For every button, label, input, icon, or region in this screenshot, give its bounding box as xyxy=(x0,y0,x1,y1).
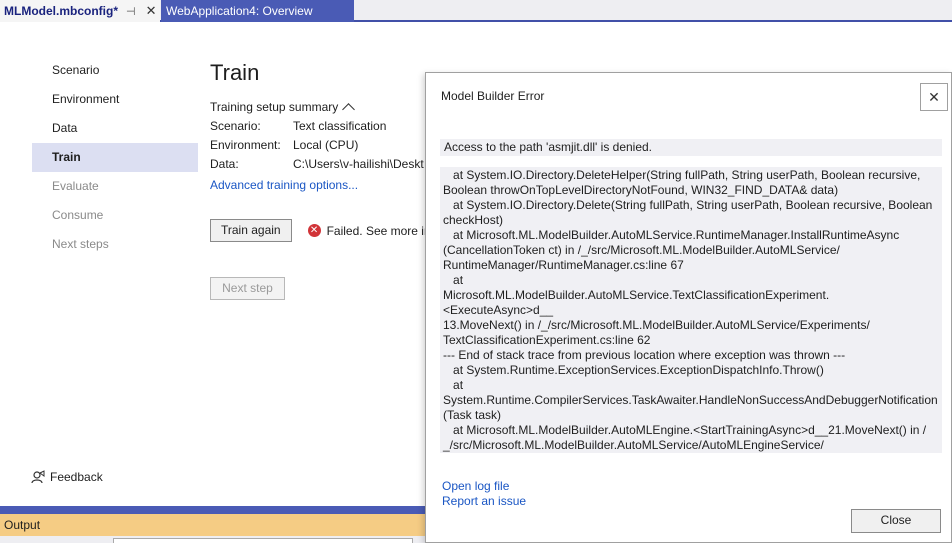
tab-webapplication4-overview[interactable]: WebApplication4: Overview xyxy=(161,0,354,22)
output-label: Output xyxy=(4,518,41,532)
next-step-button: Next step xyxy=(210,277,285,300)
page-title: Train xyxy=(210,60,260,85)
nav-item-next-steps: Next steps xyxy=(52,237,109,251)
summary-header-label: Training setup summary xyxy=(210,100,339,114)
tab-title: WebApplication4: Overview xyxy=(166,4,313,18)
nav-item-train[interactable]: Train xyxy=(32,143,198,172)
summary-key: Scenario: xyxy=(210,119,261,133)
close-icon[interactable]: ✕ xyxy=(146,3,157,19)
step-nav: Scenario Environment Data Train Evaluate… xyxy=(32,56,198,259)
chevron-up-icon xyxy=(342,103,356,116)
nav-item-environment[interactable]: Environment xyxy=(32,85,198,114)
nav-item-data[interactable]: Data xyxy=(32,114,198,143)
close-icon: ✕ xyxy=(928,89,940,105)
stack-trace: at System.IO.Directory.DeleteHelper(Stri… xyxy=(440,167,942,453)
summary-row: Environment: Local (CPU) xyxy=(210,136,430,155)
train-panel: Train Training setup summary Scenario: T… xyxy=(210,56,430,194)
feedback-icon xyxy=(31,470,45,484)
report-issue-link[interactable]: Report an issue xyxy=(442,494,526,508)
nav-item-evaluate: Evaluate xyxy=(52,179,99,193)
status-strip xyxy=(0,506,426,514)
train-again-button[interactable]: Train again xyxy=(210,219,292,242)
output-panel-header[interactable]: Output xyxy=(0,514,426,536)
open-log-file-link[interactable]: Open log file xyxy=(442,479,509,493)
feedback-link[interactable]: Feedback xyxy=(31,470,103,484)
tab-mlmodel-mbconfig[interactable]: MLModel.mbconfig* ⊣ ✕ xyxy=(0,0,160,22)
nav-item-scenario[interactable]: Scenario xyxy=(32,56,198,85)
nav-item-consume: Consume xyxy=(52,208,104,222)
error-message: Access to the path 'asmjit.dll' is denie… xyxy=(440,139,942,156)
close-button[interactable]: Close xyxy=(851,509,941,533)
summary-key: Environment: xyxy=(210,138,281,152)
dialog-close-button[interactable]: ✕ xyxy=(920,83,948,111)
summary-row: Scenario: Text classification xyxy=(210,117,430,136)
feedback-label: Feedback xyxy=(50,470,103,484)
summary-table: Scenario: Text classification Environmen… xyxy=(210,117,430,174)
train-action-row: Train again ✕ Failed. See more in xyxy=(210,219,431,242)
summary-key: Data: xyxy=(210,157,239,171)
summary-value: Text classification xyxy=(293,119,387,133)
summary-value: Local (CPU) xyxy=(293,138,359,152)
pin-icon[interactable]: ⊣ xyxy=(126,5,136,18)
tab-title: MLModel.mbconfig* xyxy=(4,4,118,18)
error-dialog: Model Builder Error ✕ Access to the path… xyxy=(425,72,952,543)
error-icon: ✕ xyxy=(307,224,321,237)
status-text: Failed. See more in xyxy=(326,223,431,238)
summary-value: C:\Users\v-hailishi\Deskt xyxy=(293,157,424,171)
document-tab-strip: MLModel.mbconfig* ⊣ ✕ WebApplication4: O… xyxy=(0,0,952,22)
dialog-title: Model Builder Error xyxy=(441,89,545,103)
advanced-training-options-link[interactable]: Advanced training options... xyxy=(210,176,430,194)
output-source-dropdown[interactable] xyxy=(113,538,413,543)
model-builder-window: MLModel.mbconfig* ⊣ ✕ WebApplication4: O… xyxy=(0,0,952,543)
summary-row: Data: C:\Users\v-hailishi\Deskt xyxy=(210,155,430,174)
summary-toggle[interactable]: Training setup summary xyxy=(210,100,430,116)
